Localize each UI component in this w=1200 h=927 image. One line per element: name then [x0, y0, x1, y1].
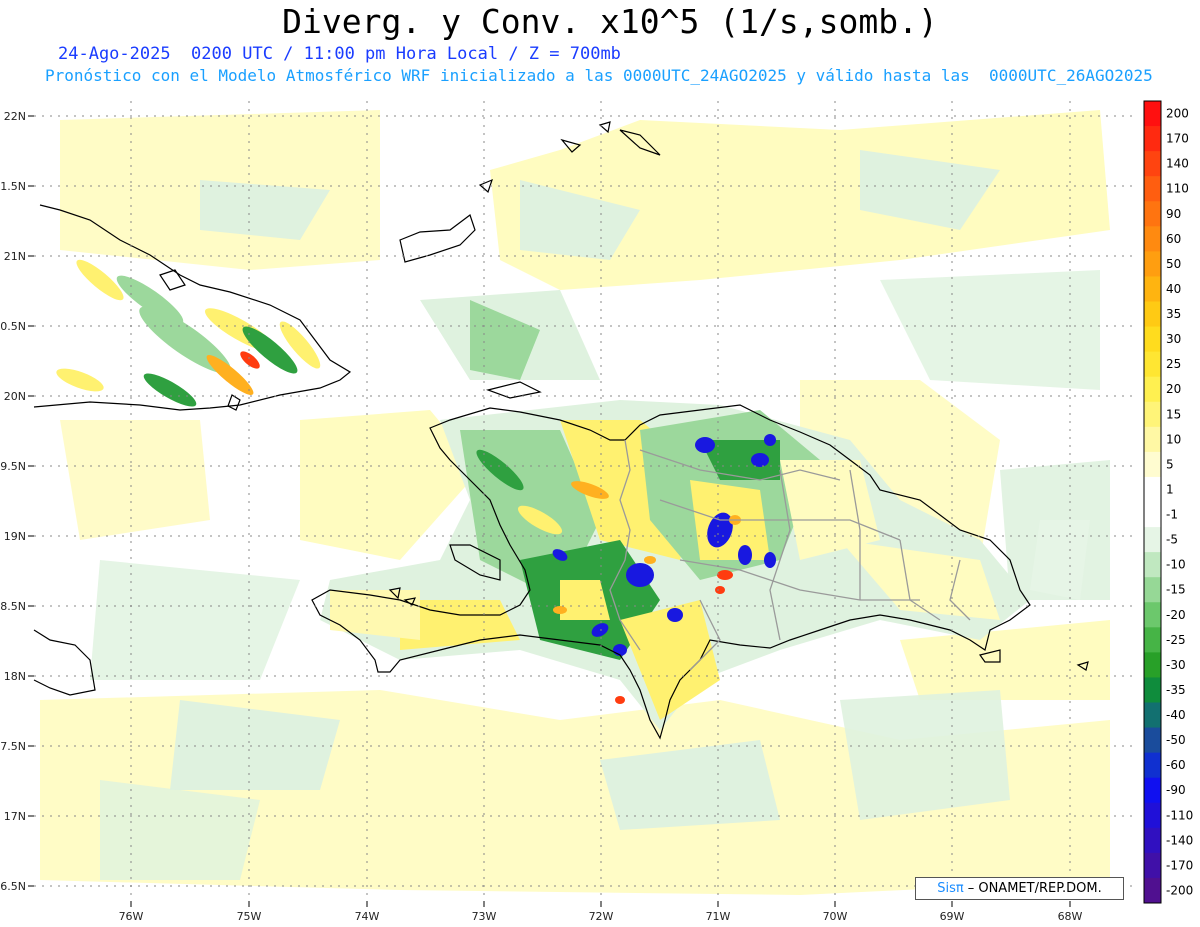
lat-label: 7.5N [0, 740, 26, 753]
colorbar-label: 170 [1166, 132, 1189, 146]
colorbar-label: -50 [1166, 733, 1186, 747]
colorbar-swatch [1144, 827, 1161, 854]
colorbar: 200 170 140 110 90 60 50 40 35 30 25 20 15 10 5 1 -1 -5 -1… [1143, 100, 1193, 904]
lon-label: 72W [589, 910, 614, 923]
lat-label: 21N [4, 250, 26, 263]
colorbar-label: 50 [1166, 257, 1181, 271]
map-title: Diverg. y Conv. x10^5 (1/s,somb.) [282, 2, 938, 41]
lon-label: 74W [355, 910, 380, 923]
colorbar-label: -15 [1166, 583, 1186, 597]
colorbar-label: 10 [1166, 432, 1181, 446]
colorbar-swatch [1144, 652, 1161, 678]
lon-label: 75W [237, 910, 262, 923]
colorbar-swatch [1144, 251, 1161, 277]
lon-label: 70W [823, 910, 848, 923]
lat-axis: 22N 1.5N 21N 0.5N 20N 9.5N 19N 8.5N 18N … [0, 110, 34, 893]
colorbar-swatch [1144, 677, 1161, 703]
colorbar-swatch [1144, 627, 1161, 653]
map-canvas: 22N 1.5N 21N 0.5N 20N 9.5N 19N 8.5N 18N … [0, 100, 1193, 923]
credit-brand: Sisπ [937, 881, 964, 896]
colorbar-swatch [1144, 552, 1161, 578]
colorbar-swatch [1144, 476, 1161, 503]
colorbar-label: -20 [1166, 608, 1186, 622]
colorbar-label: 110 [1166, 182, 1189, 196]
colorbar-label: -170 [1166, 858, 1193, 872]
colorbar-label: -30 [1166, 658, 1186, 672]
lat-label: 18N [4, 670, 26, 683]
lat-label: 0.5N [0, 320, 26, 333]
lon-label: 76W [119, 910, 144, 923]
colorbar-swatch [1144, 101, 1161, 127]
colorbar-label: 60 [1166, 232, 1181, 246]
colorbar-label: -200 [1166, 883, 1193, 897]
lat-label: 20N [4, 390, 26, 403]
colorbar-label: -25 [1166, 633, 1186, 647]
colorbar-label: 40 [1166, 282, 1181, 296]
lat-label: 19N [4, 530, 26, 543]
lon-label: 69W [940, 910, 965, 923]
colorbar-swatch [1144, 577, 1161, 603]
colorbar-label: 1 [1166, 482, 1174, 496]
colorbar-swatch [1144, 426, 1161, 453]
colorbar-label: -35 [1166, 683, 1186, 697]
colorbar-swatch [1144, 151, 1161, 177]
colorbar-swatch [1144, 702, 1161, 729]
colorbar-swatch [1144, 777, 1161, 804]
colorbar-swatch [1144, 126, 1161, 152]
colorbar-swatch [1144, 276, 1161, 302]
colorbar-swatch [1144, 226, 1161, 252]
lat-label: 6.5N [0, 880, 26, 893]
colorbar-label: -140 [1166, 833, 1193, 847]
lat-label: 1.5N [0, 180, 26, 193]
colorbar-swatch [1144, 326, 1161, 353]
lon-axis: 76W 75W 74W 73W 72W 71W 70W 69W 68W [119, 901, 1083, 923]
lat-label: 8.5N [0, 600, 26, 613]
colorbar-label: 20 [1166, 382, 1181, 396]
colorbar-swatch [1144, 301, 1161, 328]
colorbar-label: 30 [1166, 332, 1181, 346]
colorbar-swatch [1144, 376, 1161, 403]
credit-box: Sisπ – ONAMET/REP.DOM. [915, 877, 1124, 900]
colorbar-swatch [1144, 201, 1161, 227]
lon-label: 71W [706, 910, 731, 923]
colorbar-label: 25 [1166, 357, 1181, 371]
colorbar-label: -5 [1166, 533, 1178, 547]
colorbar-swatch [1144, 502, 1161, 528]
colorbar-swatch [1144, 727, 1161, 754]
colorbar-label: -60 [1166, 758, 1186, 772]
colorbar-label: -1 [1166, 508, 1178, 522]
colorbar-swatch [1144, 877, 1161, 904]
colorbar-label: 5 [1166, 457, 1174, 471]
credit-agency: – ONAMET/REP.DOM. [967, 881, 1102, 896]
lon-label: 73W [472, 910, 497, 923]
colorbar-swatch [1144, 176, 1161, 202]
colorbar-label: 15 [1166, 407, 1181, 421]
colorbar-label: -10 [1166, 558, 1186, 572]
colorbar-swatch [1144, 451, 1161, 478]
colorbar-swatch [1144, 602, 1161, 628]
colorbar-swatch [1144, 752, 1161, 779]
lat-label: 17N [4, 810, 26, 823]
colorbar-swatch [1144, 852, 1161, 879]
colorbar-swatch [1144, 401, 1161, 428]
lon-label: 68W [1058, 910, 1083, 923]
forecast-info-line: Pronóstico con el Modelo Atmosférico WRF… [45, 66, 1153, 85]
colorbar-label: 35 [1166, 307, 1181, 321]
colorbar-label: 200 [1166, 107, 1189, 121]
colorbar-swatch [1144, 527, 1161, 553]
colorbar-swatch [1144, 802, 1161, 829]
colorbar-label: 140 [1166, 157, 1189, 171]
colorbar-label: -110 [1166, 808, 1193, 822]
lat-label: 9.5N [0, 460, 26, 473]
valid-time-line: 24-Ago-2025 0200 UTC / 11:00 pm Hora Loc… [58, 44, 621, 64]
lat-label: 22N [4, 110, 26, 123]
colorbar-swatch [1144, 351, 1161, 378]
colorbar-label: -40 [1166, 708, 1186, 722]
colorbar-label: 90 [1166, 207, 1181, 221]
colorbar-label: -90 [1166, 783, 1186, 797]
